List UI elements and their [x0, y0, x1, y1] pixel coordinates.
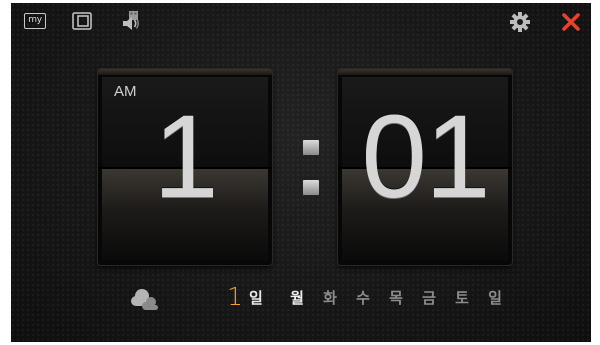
time-separator: [298, 137, 324, 207]
minutes-digits: 01: [361, 91, 490, 223]
sound-icon[interactable]: [119, 10, 141, 32]
clock-widget: my AM 1 01 1 일 월 화 수 목 금 토 일: [11, 3, 591, 342]
window-icon[interactable]: [72, 12, 92, 30]
day-number: 1: [227, 282, 243, 311]
weekday-mon: 월: [290, 289, 304, 307]
weekday-sat: 토: [455, 289, 469, 307]
weekday-thu: 목: [389, 289, 403, 307]
day-unit: 일: [249, 289, 263, 307]
weekday-fri: 금: [422, 289, 436, 307]
hours-digits: 1: [153, 91, 219, 223]
cloud-icon[interactable]: [128, 284, 162, 314]
my-icon[interactable]: my: [24, 13, 46, 29]
weekday-tue: 화: [323, 289, 337, 307]
hours-flip-card: AM 1: [98, 69, 272, 265]
close-icon[interactable]: [560, 11, 582, 33]
minutes-flip-card: 01: [338, 69, 512, 265]
weekday-sun: 일: [488, 289, 502, 307]
gear-icon[interactable]: [509, 11, 531, 33]
weekday-list: 월 화 수 목 금 토 일: [286, 288, 506, 308]
weekday-wed: 수: [356, 289, 370, 307]
